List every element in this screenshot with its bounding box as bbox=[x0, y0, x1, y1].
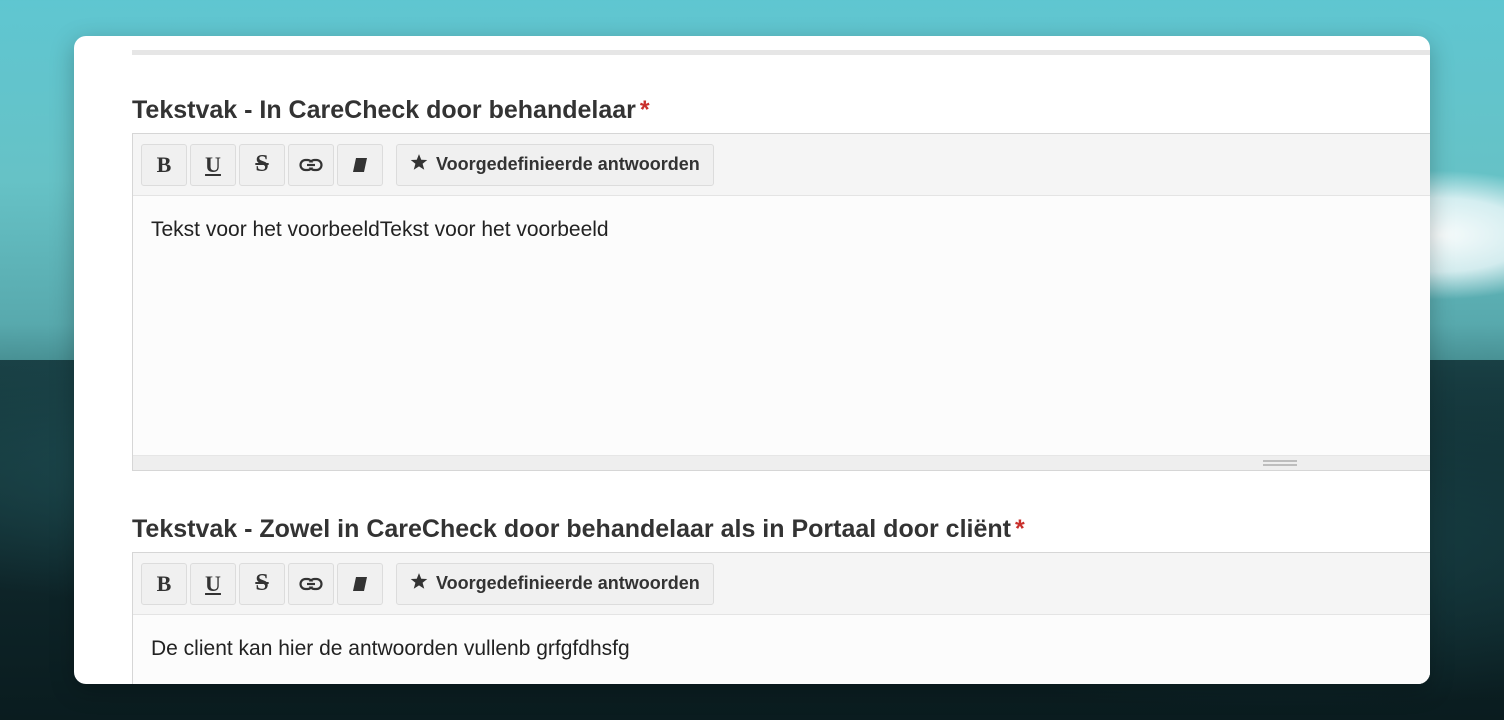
format-button-group: B U S bbox=[141, 143, 383, 186]
star-icon bbox=[410, 572, 428, 595]
bold-button[interactable]: B bbox=[141, 562, 187, 605]
star-icon bbox=[410, 153, 428, 176]
format-button-group: B U S bbox=[141, 562, 383, 605]
predefined-answers-button[interactable]: Voorgedefinieerde antwoorden bbox=[396, 562, 714, 605]
eraser-icon bbox=[351, 157, 369, 173]
section-divider bbox=[132, 50, 1430, 55]
editor-resize-bar bbox=[133, 455, 1430, 470]
link-icon bbox=[299, 577, 323, 591]
predefined-answers-label: Voorgedefinieerde antwoorden bbox=[436, 154, 700, 174]
underline-button[interactable]: U bbox=[190, 143, 236, 186]
editor-content[interactable]: Tekst voor het voorbeeldTekst voor het v… bbox=[133, 196, 1430, 455]
bold-button[interactable]: B bbox=[141, 143, 187, 186]
field-behandelaar-en-client: Tekstvak - Zowel in CareCheck door behan… bbox=[132, 511, 1430, 684]
rich-text-editor: B U S bbox=[132, 133, 1430, 471]
predefined-answers-label: Voorgedefinieerde antwoorden bbox=[436, 573, 700, 593]
required-asterisk: * bbox=[1014, 515, 1025, 543]
resize-handle[interactable] bbox=[1263, 460, 1297, 466]
link-button[interactable] bbox=[288, 143, 334, 186]
form-card: Tekstvak - In CareCheck door behandelaar… bbox=[74, 36, 1430, 684]
field-label-text: Tekstvak - Zowel in CareCheck door behan… bbox=[132, 515, 1011, 543]
editor-toolbar: B U S Voorgedefinieerde antwoorden bbox=[133, 134, 1430, 196]
field-behandelaar: Tekstvak - In CareCheck door behandelaar… bbox=[132, 92, 1430, 471]
editor-content[interactable]: De client kan hier de antwoorden vullenb… bbox=[133, 615, 1430, 684]
field-label: Tekstvak - In CareCheck door behandelaar… bbox=[132, 92, 1430, 128]
clear-format-button[interactable] bbox=[337, 562, 383, 605]
field-label-text: Tekstvak - In CareCheck door behandelaar bbox=[132, 96, 636, 124]
strikethrough-button[interactable]: S bbox=[239, 143, 285, 186]
rich-text-editor: B U S bbox=[132, 552, 1430, 684]
required-asterisk: * bbox=[639, 96, 650, 124]
predefined-answers-button[interactable]: Voorgedefinieerde antwoorden bbox=[396, 143, 714, 186]
eraser-icon bbox=[351, 576, 369, 592]
clear-format-button[interactable] bbox=[337, 143, 383, 186]
strikethrough-button[interactable]: S bbox=[239, 562, 285, 605]
link-icon bbox=[299, 158, 323, 172]
field-label: Tekstvak - Zowel in CareCheck door behan… bbox=[132, 511, 1430, 547]
link-button[interactable] bbox=[288, 562, 334, 605]
underline-button[interactable]: U bbox=[190, 562, 236, 605]
editor-toolbar: B U S Voorgedefinieerde antwoorden bbox=[133, 553, 1430, 615]
